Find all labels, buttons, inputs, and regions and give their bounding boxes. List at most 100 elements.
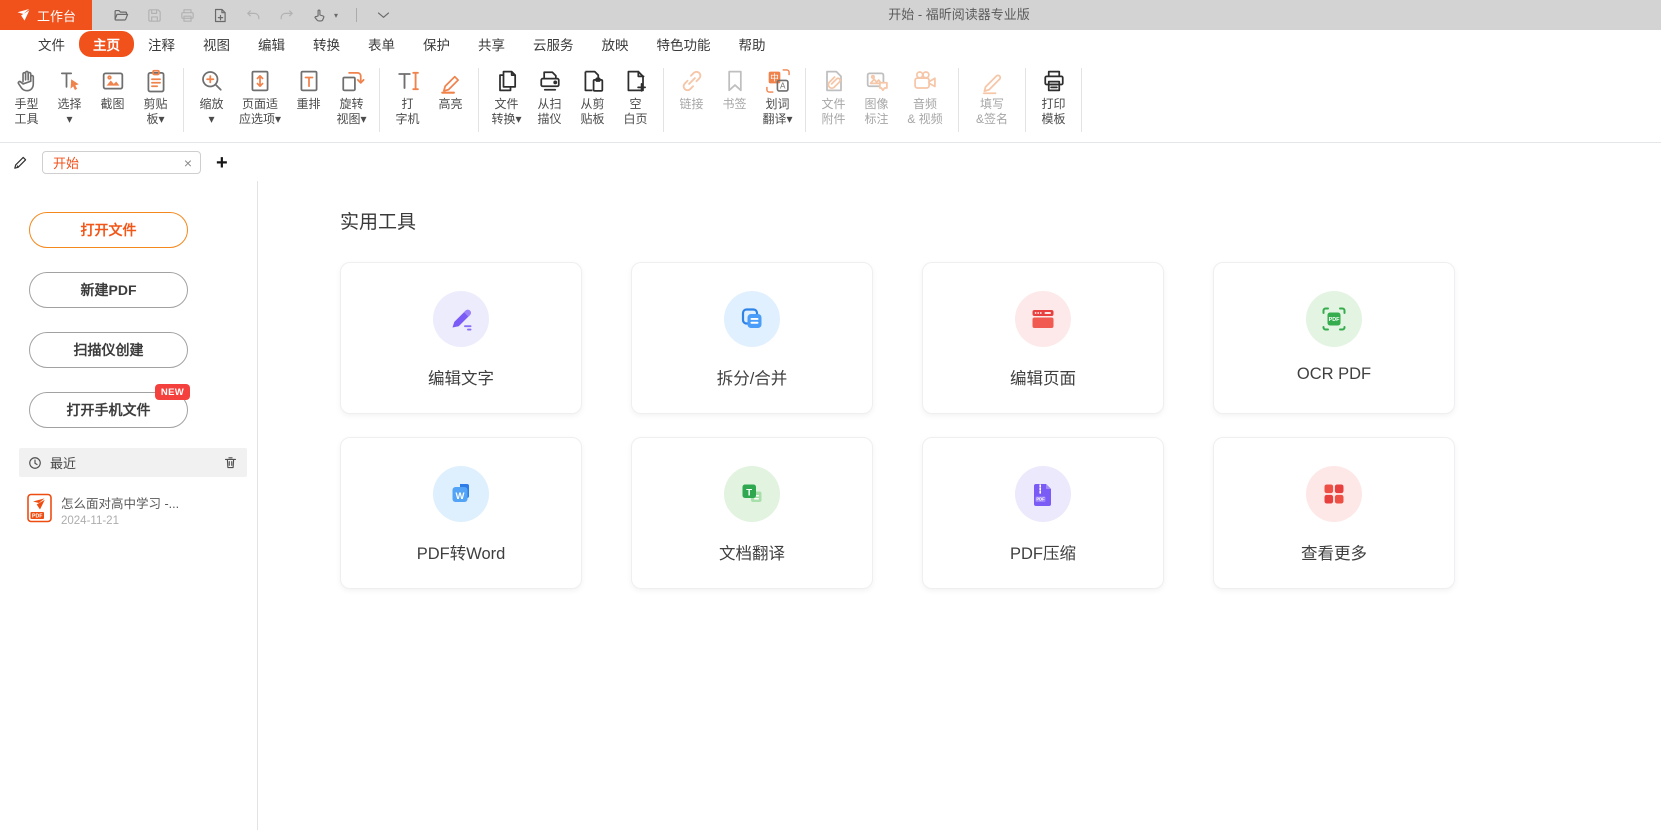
select-tool-icon xyxy=(56,67,84,95)
new-document-icon[interactable] xyxy=(212,7,229,24)
card-split-merge[interactable]: 拆分/合并 xyxy=(631,262,873,414)
link-icon xyxy=(678,67,706,95)
rotate-view-icon xyxy=(338,67,366,95)
blank-page-button[interactable]: 空 白页 xyxy=(614,67,657,127)
menu-home[interactable]: 主页 xyxy=(79,31,134,57)
menu-file[interactable]: 文件 xyxy=(24,31,79,57)
from-clipboard-button[interactable]: 从剪 贴板 xyxy=(571,67,614,127)
ribbon-separator xyxy=(1025,68,1026,132)
card-label: OCR PDF xyxy=(1297,365,1371,384)
split-merge-icon xyxy=(737,304,767,334)
ribbon-separator xyxy=(958,68,959,132)
open-mobile-file-button[interactable]: 打开手机文件 NEW xyxy=(29,392,188,428)
word-translate-icon: 中A xyxy=(764,67,792,95)
zoom-button[interactable]: 缩放 ▾ xyxy=(190,67,233,127)
from-scanner-button[interactable]: 从扫 描仪 xyxy=(528,67,571,127)
recent-section-header: 最近 xyxy=(19,448,247,477)
section-title: 实用工具 xyxy=(340,207,416,234)
tab-close-icon[interactable]: × xyxy=(184,156,192,170)
hand-tool-icon xyxy=(13,67,41,95)
highlight-button[interactable]: 高亮 xyxy=(429,67,472,112)
card-label: PDF转Word xyxy=(417,540,506,564)
workspace-label: 工作台 xyxy=(37,6,76,25)
card-pdf-compress[interactable]: PDF PDF压缩 xyxy=(922,437,1164,589)
card-view-more[interactable]: 查看更多 xyxy=(1213,437,1455,589)
document-translate-icon: T xyxy=(737,479,767,509)
typewriter-icon xyxy=(394,67,422,95)
clipboard-icon xyxy=(142,67,170,95)
blank-page-icon xyxy=(622,67,650,95)
menu-convert[interactable]: 转换 xyxy=(299,31,354,57)
undo-icon xyxy=(245,7,262,24)
foxit-logo-icon xyxy=(16,8,31,22)
clipboard-button[interactable]: 剪贴 板▾ xyxy=(134,67,177,127)
clock-icon xyxy=(28,456,42,470)
fit-page-icon xyxy=(246,67,274,95)
file-attachment-icon xyxy=(820,67,848,95)
svg-text:PDF: PDF xyxy=(32,513,42,519)
menu-form[interactable]: 表单 xyxy=(354,31,409,57)
card-label: 文档翻译 xyxy=(719,540,785,564)
image-annotation-button: 图像 标注 xyxy=(855,67,898,127)
typewriter-button[interactable]: 打 字机 xyxy=(386,67,429,127)
fit-page-options-button[interactable]: 页面适 应选项▾ xyxy=(233,67,287,127)
menu-edit[interactable]: 编辑 xyxy=(244,31,299,57)
ribbon-separator xyxy=(379,68,380,132)
bookmark-icon xyxy=(721,67,749,95)
card-ocr-pdf[interactable]: PDF OCR PDF xyxy=(1213,262,1455,414)
recent-file-item[interactable]: PDF 怎么面对高中学习 -... 2024-11-21 xyxy=(27,493,179,527)
workspace-button[interactable]: 工作台 xyxy=(0,0,92,30)
ribbon-separator xyxy=(478,68,479,132)
touch-mode-icon[interactable] xyxy=(311,7,328,24)
from-clipboard-icon xyxy=(579,67,607,95)
new-pdf-button[interactable]: 新建PDF xyxy=(29,272,188,308)
scanner-create-button[interactable]: 扫描仪创建 xyxy=(29,332,188,368)
highlight-icon xyxy=(437,67,465,95)
svg-text:PDF: PDF xyxy=(1036,497,1045,502)
fill-sign-icon xyxy=(978,67,1006,95)
menu-comment[interactable]: 注释 xyxy=(134,31,189,57)
reflow-button[interactable]: 重排 xyxy=(287,67,330,112)
word-translate-button[interactable]: 中A 划词 翻译▾ xyxy=(756,67,799,127)
rename-pencil-icon[interactable] xyxy=(12,154,29,171)
ribbon-toolbar: 手型 工具 选择 ▾ 截图 剪贴 板▾ 缩放 ▾ 页面适 应选项▾ 重排 旋转 … xyxy=(0,58,1661,143)
menu-share[interactable]: 共享 xyxy=(464,31,519,57)
svg-text:T: T xyxy=(746,487,752,498)
edit-text-icon xyxy=(446,304,476,334)
ribbon-separator xyxy=(663,68,664,132)
menu-view[interactable]: 视图 xyxy=(189,31,244,57)
card-label: PDF压缩 xyxy=(1010,540,1076,564)
recent-file-date: 2024-11-21 xyxy=(61,515,179,527)
card-label: 查看更多 xyxy=(1301,540,1367,564)
collapse-toolbar-icon[interactable] xyxy=(375,7,392,24)
new-tab-button[interactable]: + xyxy=(216,153,228,173)
tab-start[interactable]: 开始 × xyxy=(42,151,201,174)
card-edit-text[interactable]: 编辑文字 xyxy=(340,262,582,414)
print-template-icon xyxy=(1040,67,1068,95)
file-convert-button[interactable]: 文件 转换▾ xyxy=(485,67,528,127)
print-template-button[interactable]: 打印 模板 xyxy=(1032,67,1075,127)
redo-icon xyxy=(278,7,295,24)
touch-mode-dropdown-icon[interactable]: ▾ xyxy=(334,11,338,20)
link-button: 链接 xyxy=(670,67,713,112)
menu-protect[interactable]: 保护 xyxy=(409,31,464,57)
svg-text:W: W xyxy=(456,491,465,502)
open-file-icon[interactable] xyxy=(113,7,130,24)
menu-cloud[interactable]: 云服务 xyxy=(519,31,588,57)
snapshot-button[interactable]: 截图 xyxy=(91,67,134,112)
toolbar-separator xyxy=(356,8,357,22)
tab-start-label: 开始 xyxy=(53,153,79,172)
open-file-button[interactable]: 打开文件 xyxy=(29,212,188,248)
ribbon-separator xyxy=(183,68,184,132)
svg-text:PDF: PDF xyxy=(1329,317,1340,323)
rotate-view-button[interactable]: 旋转 视图▾ xyxy=(330,67,373,127)
select-tool-button[interactable]: 选择 ▾ xyxy=(48,67,91,127)
menu-present[interactable]: 放映 xyxy=(588,31,643,57)
menu-features[interactable]: 特色功能 xyxy=(643,31,725,57)
clear-recent-trash-icon[interactable] xyxy=(223,455,238,470)
card-document-translate[interactable]: T 文档翻译 xyxy=(631,437,873,589)
hand-tool-button[interactable]: 手型 工具 xyxy=(5,67,48,127)
card-edit-pages[interactable]: 编辑页面 xyxy=(922,262,1164,414)
menu-help[interactable]: 帮助 xyxy=(725,31,780,57)
card-pdf-to-word[interactable]: W PDF转Word xyxy=(340,437,582,589)
